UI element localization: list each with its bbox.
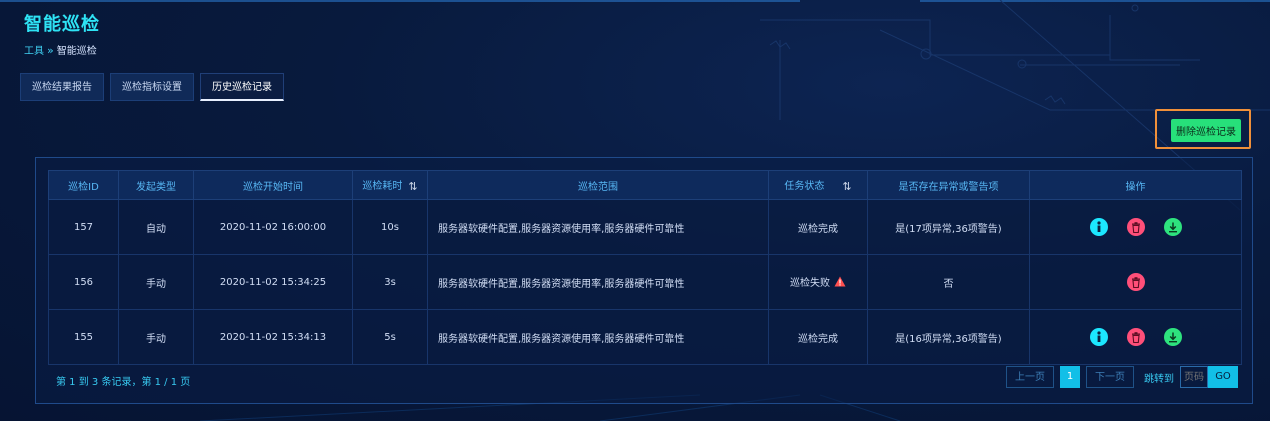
- cell-scope: 服务器软硬件配置,服务器资源使用率,服务器硬件可靠性: [427, 199, 769, 255]
- page-title: 智能巡检: [24, 14, 100, 35]
- jump-label: 跳转到: [1144, 373, 1174, 385]
- go-button[interactable]: GO: [1208, 366, 1238, 388]
- col-header-duration-label: 巡检耗时: [362, 181, 403, 193]
- info-icon[interactable]: [1089, 218, 1108, 236]
- cell-id: 157: [48, 199, 119, 255]
- cell-start-time: 2020-11-02 15:34:13: [193, 309, 353, 365]
- trash-icon[interactable]: [1126, 328, 1145, 346]
- cell-actions: [1029, 199, 1242, 255]
- trash-icon[interactable]: [1126, 218, 1145, 236]
- col-header-status-label: 任务状态: [784, 181, 825, 193]
- delete-records-button[interactable]: 删除巡检记录: [1171, 119, 1241, 142]
- pagination-summary: 第 1 到 3 条记录，第 1 / 1 页: [56, 377, 191, 388]
- table-header-row: 巡检ID 发起类型 巡检开始时间 巡检耗时 ⇅ 巡检范围 任务状态 ⇅ 是否存在异常…: [48, 170, 1242, 200]
- download-icon[interactable]: [1163, 328, 1182, 346]
- cell-scope: 服务器软硬件配置,服务器资源使用率,服务器硬件可靠性: [427, 254, 769, 310]
- sort-icon[interactable]: ⇅: [842, 180, 851, 193]
- next-page-button[interactable]: 下一页: [1086, 366, 1134, 388]
- col-header-actions: 操作: [1029, 170, 1242, 200]
- cell-type: 手动: [118, 309, 194, 365]
- download-icon[interactable]: [1163, 218, 1182, 236]
- cell-duration: 3s: [352, 254, 428, 310]
- cell-start-time: 2020-11-02 16:00:00: [193, 199, 353, 255]
- table-row: 156 手动 2020-11-02 15:34:25 3s 服务器软硬件配置,服…: [48, 254, 1242, 310]
- records-table: 巡检ID 发起类型 巡检开始时间 巡检耗时 ⇅ 巡检范围 任务状态 ⇅ 是否存在异常…: [48, 170, 1242, 365]
- cell-id: 156: [48, 254, 119, 310]
- warning-icon: [834, 276, 846, 290]
- cell-anomaly: 是(17项异常,36项警告): [867, 199, 1030, 255]
- cell-duration: 10s: [352, 199, 428, 255]
- cell-actions: [1029, 309, 1242, 365]
- prev-page-button[interactable]: 上一页: [1006, 366, 1054, 388]
- cell-duration: 5s: [352, 309, 428, 365]
- tab-inspection-history[interactable]: 历史巡检记录: [200, 73, 284, 101]
- col-header-type: 发起类型: [118, 170, 194, 200]
- cell-type: 手动: [118, 254, 194, 310]
- cell-status: 巡检完成: [768, 309, 868, 365]
- col-header-status[interactable]: 任务状态 ⇅: [768, 170, 868, 200]
- breadcrumb-current: 智能巡检: [56, 46, 97, 57]
- col-header-anomaly: 是否存在异常或警告项: [867, 170, 1030, 200]
- col-header-id: 巡检ID: [48, 170, 119, 200]
- records-panel: 巡检ID 发起类型 巡检开始时间 巡检耗时 ⇅ 巡检范围 任务状态 ⇅ 是否存在异常…: [35, 157, 1253, 404]
- tab-inspection-report[interactable]: 巡检结果报告: [20, 73, 104, 101]
- info-icon[interactable]: [1089, 328, 1108, 346]
- table-row: 155 手动 2020-11-02 15:34:13 5s 服务器软硬件配置,服…: [48, 309, 1242, 365]
- cell-anomaly: 否: [867, 254, 1030, 310]
- status-text: 巡检失败: [790, 278, 830, 289]
- page-number-button[interactable]: 1: [1060, 366, 1080, 388]
- col-header-duration[interactable]: 巡检耗时 ⇅: [352, 170, 428, 200]
- page-jump-input[interactable]: [1180, 366, 1208, 388]
- cell-actions: [1029, 254, 1242, 310]
- cell-status: 巡检失败: [768, 254, 868, 310]
- sort-icon[interactable]: ⇅: [408, 180, 417, 193]
- cell-status: 巡检完成: [768, 199, 868, 255]
- col-header-start-time: 巡检开始时间: [193, 170, 353, 200]
- breadcrumb: 工具» 智能巡检: [24, 42, 97, 57]
- cell-id: 155: [48, 309, 119, 365]
- tab-bar: 巡检结果报告 巡检指标设置 历史巡检记录: [20, 73, 284, 101]
- tab-inspection-settings[interactable]: 巡检指标设置: [110, 73, 194, 101]
- pagination: 上一页 1 下一页 跳转到 GO: [1006, 366, 1238, 388]
- breadcrumb-separator: »: [47, 44, 54, 57]
- table-row: 157 自动 2020-11-02 16:00:00 10s 服务器软硬件配置,…: [48, 199, 1242, 255]
- cell-anomaly: 是(16项异常,36项警告): [867, 309, 1030, 365]
- col-header-scope: 巡检范围: [427, 170, 769, 200]
- breadcrumb-root[interactable]: 工具: [24, 46, 44, 57]
- cell-type: 自动: [118, 199, 194, 255]
- cell-scope: 服务器软硬件配置,服务器资源使用率,服务器硬件可靠性: [427, 309, 769, 365]
- trash-icon[interactable]: [1126, 273, 1145, 291]
- cell-start-time: 2020-11-02 15:34:25: [193, 254, 353, 310]
